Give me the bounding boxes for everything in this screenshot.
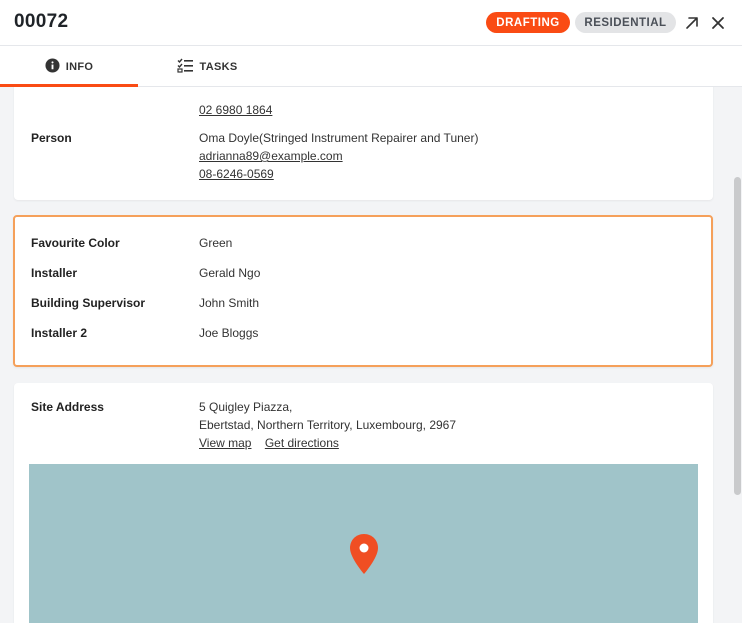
tab-tasks[interactable]: TASKS bbox=[138, 46, 276, 87]
tab-bar: INFO TASKS bbox=[0, 46, 742, 87]
field-label: Favourite Color bbox=[31, 236, 120, 250]
person-label: Person bbox=[31, 131, 72, 145]
tab-tasks-label: TASKS bbox=[199, 60, 238, 73]
address-line-2: Ebertstad, Northern Territory, Luxembour… bbox=[199, 418, 457, 432]
drawer-header: 00072 DRAFTING RESIDENTIAL bbox=[0, 0, 742, 46]
site-map[interactable] bbox=[29, 464, 698, 623]
person-email-link[interactable]: adrianna89@example.com bbox=[199, 147, 478, 165]
site-address-row: Site Address 5 Quigley Piazza, Ebertstad… bbox=[31, 398, 703, 452]
field-label: Installer 2 bbox=[31, 326, 88, 340]
field-value: Joe Bloggs bbox=[199, 326, 259, 340]
person-name: Oma Doyle(Stringed Instrument Repairer a… bbox=[199, 131, 479, 145]
checklist-icon bbox=[176, 58, 194, 76]
field-label: Building Supervisor bbox=[31, 296, 146, 310]
status-badge: DRAFTING bbox=[486, 12, 570, 33]
job-type-badge: RESIDENTIAL bbox=[575, 12, 676, 33]
tab-info[interactable]: INFO bbox=[0, 46, 138, 87]
view-map-link[interactable]: View map bbox=[199, 436, 251, 450]
field-label: Installer bbox=[31, 266, 78, 280]
person-row: Person Oma Doyle(Stringed Instrument Rep… bbox=[31, 129, 703, 183]
arrow-up-right-icon[interactable] bbox=[682, 13, 702, 33]
person-phone-link[interactable]: 08-6246-0569 bbox=[199, 165, 478, 183]
field-value: Gerald Ngo bbox=[199, 266, 261, 280]
drawer-content[interactable]: 02 6980 1864 Person Oma Doyle(Stringed I… bbox=[0, 87, 728, 623]
tab-info-label: INFO bbox=[65, 60, 94, 73]
contacts-card: 02 6980 1864 Person Oma Doyle(Stringed I… bbox=[14, 87, 713, 200]
scrollbar-thumb[interactable] bbox=[734, 177, 741, 495]
address-line-1: 5 Quigley Piazza, bbox=[199, 400, 293, 414]
custom-fields-card: Favourite Color Green Installer Gerald N… bbox=[13, 215, 713, 367]
site-address-card: Site Address 5 Quigley Piazza, Ebertstad… bbox=[14, 383, 713, 623]
previous-contact-phone-link[interactable]: 02 6980 1864 bbox=[199, 101, 272, 119]
job-number-title: 00072 bbox=[14, 11, 69, 32]
map-pin-icon[interactable] bbox=[348, 533, 380, 580]
scrollbar[interactable] bbox=[732, 87, 742, 623]
site-address-label: Site Address bbox=[31, 400, 104, 414]
field-value: John Smith bbox=[199, 296, 260, 310]
previous-contact-row: 02 6980 1864 bbox=[31, 87, 703, 119]
get-directions-link[interactable]: Get directions bbox=[265, 436, 339, 450]
info-circle-icon bbox=[45, 57, 60, 76]
close-icon[interactable] bbox=[708, 13, 728, 33]
field-value: Green bbox=[199, 236, 233, 250]
